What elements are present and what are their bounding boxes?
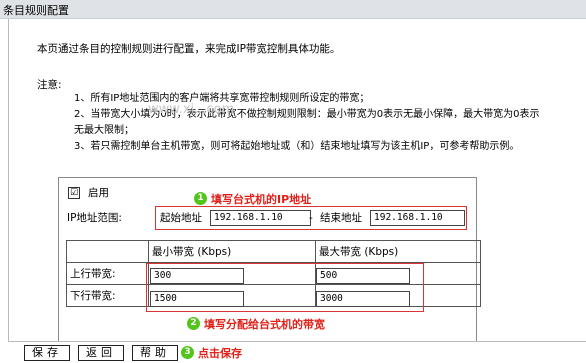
note-line-2: 2、当带宽大小填为0时，表示此带宽不做控制规则限制：最小带宽为0表示无最小保障，…	[74, 109, 540, 120]
enable-checkbox[interactable]: ☑	[68, 187, 80, 199]
download-label: 下行带宽:	[66, 284, 149, 307]
bandwidth-header-row: 最小带宽 (Kbps) 最大带宽 (Kbps)	[66, 240, 481, 263]
notes-heading: 注意:	[37, 79, 62, 91]
window-titlebar: 条目规则配置	[0, 0, 586, 19]
window-title: 条目规则配置	[3, 4, 69, 17]
upload-label: 上行带宽:	[66, 262, 149, 285]
download-max-input[interactable]: 3000	[316, 291, 410, 307]
callout-2-text: 填写分配给台式机的带宽	[204, 318, 325, 331]
callout-3-text: 点击保存	[198, 347, 242, 360]
intro-text: 本页通过条目的控制规则进行配置，来完成IP带宽控制具体功能。	[37, 43, 341, 55]
help-button[interactable]: 帮助	[132, 345, 178, 361]
enable-label: 启用	[88, 187, 109, 199]
note-line-3: 3、若只需控制单台主机带宽，则可将起始地址或（和）结束地址填写为该主机IP，可参…	[74, 141, 520, 152]
ip-range-separator: -	[309, 212, 313, 224]
start-ip-input[interactable]: 192.168.1.10	[210, 210, 311, 226]
ip-range-label: IP地址范围:	[67, 212, 122, 224]
footer-divider	[8, 341, 586, 342]
callout-1-badge: 1	[194, 192, 207, 205]
start-address-label: 起始地址	[160, 212, 202, 224]
upload-min-input[interactable]: 300	[150, 268, 244, 284]
empty-header-cell	[66, 240, 149, 263]
upload-max-input[interactable]: 500	[316, 268, 410, 284]
back-button[interactable]: 返回	[78, 345, 124, 361]
max-bandwidth-header: 最大带宽 (Kbps)	[315, 240, 481, 263]
download-min-input[interactable]: 1500	[150, 291, 244, 307]
end-address-label: 结束地址	[320, 212, 362, 224]
end-ip-input[interactable]: 192.168.1.10	[370, 210, 465, 226]
callout-3-badge: 3	[181, 346, 194, 359]
note-line-2b: 无最大限制；	[74, 125, 134, 136]
save-button[interactable]: 保存	[24, 345, 70, 361]
min-bandwidth-header: 最小带宽 (Kbps)	[148, 240, 316, 263]
callout-2-badge: 2	[187, 317, 200, 330]
callout-1-text: 填写台式机的IP地址	[211, 193, 312, 206]
watermark: www.xi...com	[148, 102, 235, 117]
